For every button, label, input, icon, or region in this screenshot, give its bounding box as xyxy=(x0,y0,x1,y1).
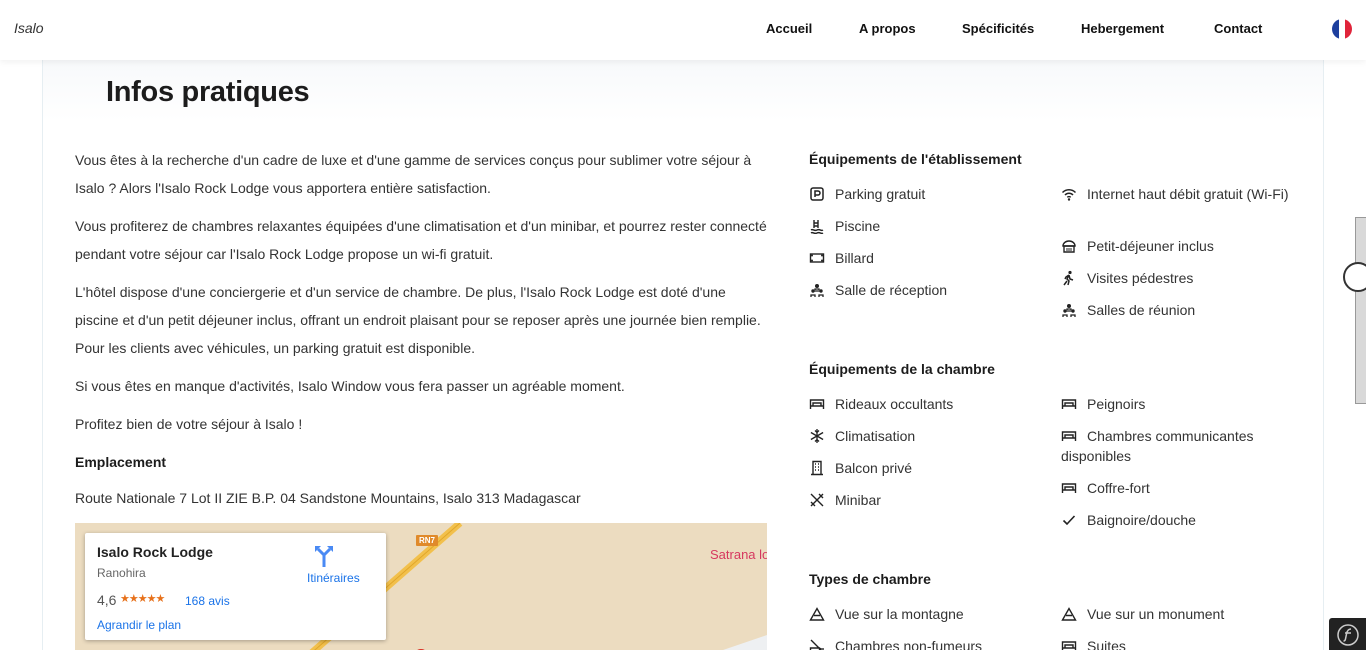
flag-white-stripe xyxy=(1338,19,1346,39)
amenity-label: Vue sur la montagne xyxy=(835,606,964,622)
bed-icon xyxy=(1061,399,1077,409)
amenity-item: Vue sur un monument xyxy=(1061,604,1297,624)
amenity-label: Balcon privé xyxy=(835,460,913,476)
breakfast-icon xyxy=(1062,240,1076,253)
amenity-label: Climatisation xyxy=(835,428,916,444)
amenity-label: Salles de réunion xyxy=(1087,302,1196,318)
map-reviews-link[interactable]: 168 avis xyxy=(185,594,230,608)
amenity-item: Balcon privé xyxy=(809,458,1039,478)
description-paragraph: Vous profiterez de chambres relaxantes é… xyxy=(75,218,767,262)
amenity-item: Minibar xyxy=(809,490,1039,510)
flag-blue-stripe xyxy=(1332,19,1339,39)
amenity-label: Parking gratuit xyxy=(835,186,926,202)
building-icon xyxy=(811,460,823,476)
directions-link[interactable]: Itinéraires xyxy=(307,571,360,585)
amenity-item: Coffre-fort xyxy=(1061,478,1297,498)
bed-icon xyxy=(1061,641,1077,650)
amenity-item: Peignoirs xyxy=(1061,394,1297,414)
map-enlarge-link[interactable]: Agrandir le plan xyxy=(97,618,181,632)
description-paragraph: Si vous êtes en manque d'activités, Isal… xyxy=(75,378,625,394)
check-icon xyxy=(1062,515,1076,526)
symfony-toolbar-icon[interactable] xyxy=(1329,618,1366,650)
language-flag-icon[interactable] xyxy=(1332,19,1352,39)
nav-link-specificites[interactable]: Spécificités xyxy=(962,21,1034,36)
amenity-label: Chambres communicantes disponibles xyxy=(1061,428,1254,464)
bed-icon xyxy=(1061,483,1077,493)
amenity-item: Suites xyxy=(1061,636,1297,650)
map-rating: 4,6 xyxy=(97,592,117,608)
nav-link-accueil[interactable]: Accueil xyxy=(766,21,812,36)
google-map[interactable]: RN7 Satrana lo Isalo Rock Lodge Ranohira… xyxy=(75,523,767,650)
description-column: Vous êtes à la recherche d'un cadre de l… xyxy=(75,146,767,522)
amenity-label: Suites xyxy=(1087,638,1126,650)
amenity-item: Chambres communicantes disponibles xyxy=(1061,426,1297,466)
amenity-item: Chambres non-fumeurs xyxy=(809,636,1039,650)
amenity-label: Petit-déjeuner inclus xyxy=(1087,238,1214,254)
amenity-label: Vue sur un monument xyxy=(1087,606,1225,622)
side-panel-handle[interactable] xyxy=(1355,217,1366,404)
description-paragraph: Vous êtes à la recherche d'un cadre de l… xyxy=(75,152,752,196)
snowflake-icon xyxy=(810,429,824,443)
floating-round-button[interactable] xyxy=(1343,262,1366,292)
amenity-item: Visites pédestres xyxy=(1061,268,1297,288)
amenity-item: Internet haut débit gratuit (Wi-Fi) xyxy=(1061,184,1297,204)
parking-icon xyxy=(810,187,824,201)
wifi-icon xyxy=(1061,188,1077,201)
bed-icon xyxy=(809,399,825,409)
billiards-icon xyxy=(809,253,825,263)
amenity-item: Baignoire/douche xyxy=(1061,510,1297,530)
nav-link-contact[interactable]: Contact xyxy=(1214,21,1262,36)
map-place-card: Isalo Rock Lodge Ranohira 4,6 ★★★★★ 168 … xyxy=(85,533,386,640)
amenity-item: Parking gratuit xyxy=(809,184,1039,204)
description-paragraph: Profitez bien de votre séjour à Isalo ! xyxy=(75,416,303,432)
property-amenities-heading: Équipements de l'établissement xyxy=(809,151,1022,167)
amenity-item: Vue sur la montagne xyxy=(809,604,1039,624)
map-place-name: Isalo Rock Lodge xyxy=(97,544,213,560)
nav-link-a-propos[interactable]: A propos xyxy=(859,21,916,36)
amenity-item: Petit-déjeuner inclus xyxy=(1061,236,1297,256)
road-label: RN7 xyxy=(416,535,439,546)
mountain-icon xyxy=(809,607,825,621)
amenity-item: Climatisation xyxy=(809,426,1039,446)
nav-link-hebergement[interactable]: Hebergement xyxy=(1081,21,1164,36)
no-smoking-icon xyxy=(809,639,824,650)
flag-red-stripe xyxy=(1345,19,1352,39)
people-icon xyxy=(810,284,824,297)
walking-icon xyxy=(1063,270,1074,286)
location-heading: Emplacement xyxy=(75,454,167,470)
amenity-label: Piscine xyxy=(835,218,881,234)
utensils-icon xyxy=(810,493,824,507)
amenity-label: Salle de réception xyxy=(835,282,948,298)
amenity-label: Peignoirs xyxy=(1087,396,1146,412)
map-place-area: Ranohira xyxy=(97,566,146,580)
amenity-label: Baignoire/douche xyxy=(1087,512,1196,528)
top-navigation-bar: Isalo Accueil A propos Spécificités Hebe… xyxy=(0,0,1366,60)
amenity-label: Minibar xyxy=(835,492,881,508)
amenity-label: Billard xyxy=(835,250,874,266)
mountain-icon xyxy=(1061,607,1077,621)
page-title: Infos pratiques xyxy=(106,76,310,108)
amenity-item: Billard xyxy=(809,248,1039,268)
map-town-label: Satrana lo xyxy=(710,547,767,562)
amenity-item: Rideaux occultants xyxy=(809,394,1039,414)
amenity-label: Rideaux occultants xyxy=(835,396,954,412)
address-text: Route Nationale 7 Lot II ZIE B.P. 04 San… xyxy=(75,490,581,506)
people-icon xyxy=(1062,304,1076,317)
amenity-label: Internet haut débit gratuit (Wi-Fi) xyxy=(1087,186,1289,202)
description-paragraph: L'hôtel dispose d'une conciergerie et d'… xyxy=(75,284,761,356)
amenity-label: Coffre-fort xyxy=(1087,480,1150,496)
map-rating-stars: ★★★★★ xyxy=(120,593,165,605)
swimming-icon xyxy=(810,220,824,234)
brand-logo[interactable]: Isalo xyxy=(14,20,44,36)
room-amenities-heading: Équipements de la chambre xyxy=(809,361,995,377)
amenity-label: Visites pédestres xyxy=(1087,270,1194,286)
bed-icon xyxy=(1061,431,1077,441)
amenity-item: Salle de réception xyxy=(809,280,1039,300)
amenity-item: Piscine xyxy=(809,216,1039,236)
amenity-label: Chambres non-fumeurs xyxy=(835,638,983,650)
room-types-heading: Types de chambre xyxy=(809,571,931,587)
amenity-item: Salles de réunion xyxy=(1061,300,1297,320)
